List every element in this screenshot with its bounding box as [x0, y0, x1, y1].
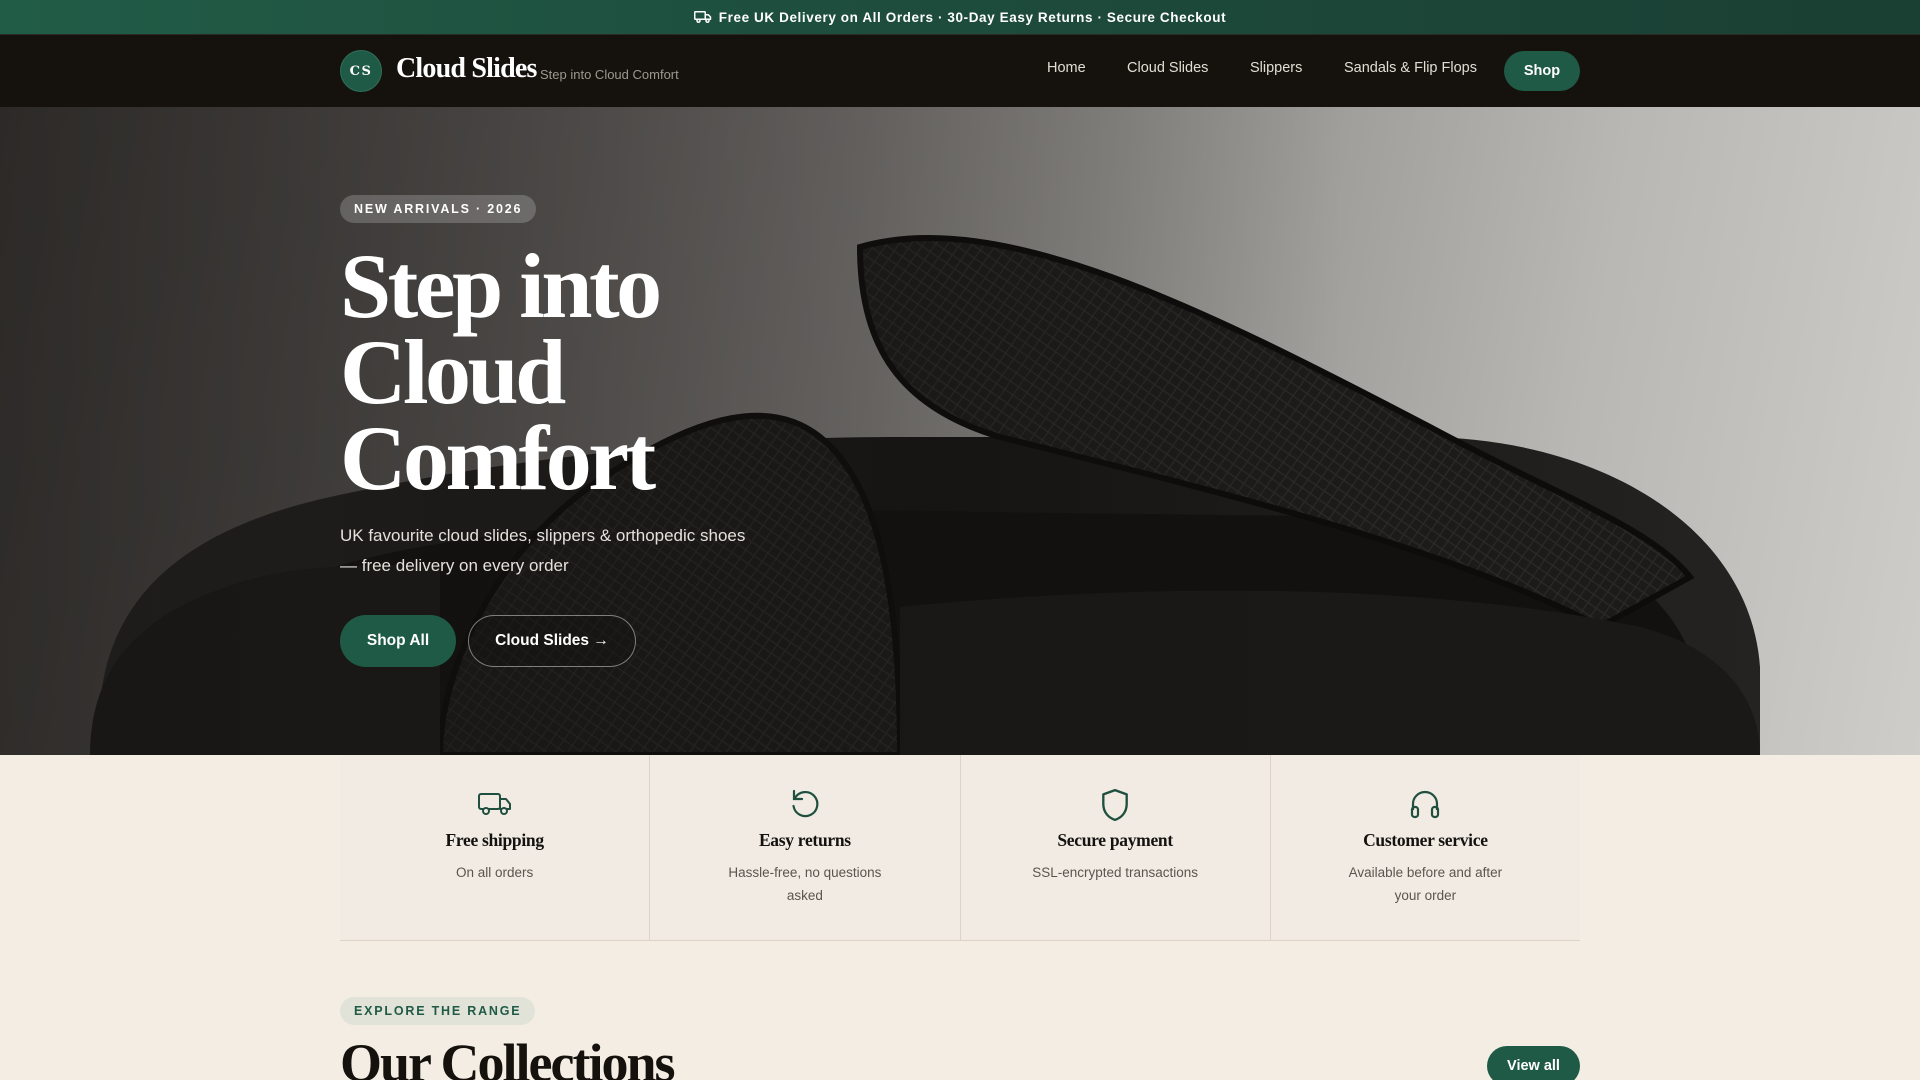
section-title: Our Collections	[340, 1033, 675, 1080]
features-strip: Free shipping On all orders Easy returns…	[340, 755, 1580, 941]
feature-desc: Hassle-free, no questions asked	[728, 865, 882, 903]
shop-all-button[interactable]: Shop All	[340, 615, 456, 667]
shop-button[interactable]: Shop	[1504, 51, 1580, 91]
brand-name[interactable]: Cloud Slides	[396, 53, 537, 85]
feature-desc: Available before and after your order	[1348, 865, 1503, 903]
view-all-button[interactable]: View all	[1487, 1046, 1580, 1080]
nav-sandals-flip-flops[interactable]: Sandals & Flip Flops	[1344, 60, 1477, 76]
hero-title: Step into Cloud Comfort	[340, 235, 860, 509]
feature-secure-payment: Secure payment SSL-encrypted transaction…	[960, 755, 1271, 940]
hero-subtitle: UK favourite cloud slides, slippers & or…	[340, 526, 746, 575]
new-arrivals-badge: NEW ARRIVALS · 2026	[340, 195, 537, 223]
truck-icon	[340, 788, 649, 822]
nav-slippers[interactable]: Slippers	[1250, 60, 1302, 76]
hero-section: NEW ARRIVALS · 2026 Step into Cloud Comf…	[0, 107, 1920, 755]
hero-title-line: Comfort	[340, 407, 656, 509]
site-header: CS Cloud Slides Step into Cloud Comfort …	[0, 34, 1920, 107]
hero-overlay	[0, 107, 1920, 755]
feature-customer-service: Customer service Available before and af…	[1270, 755, 1580, 940]
feature-title: Secure payment	[1057, 830, 1173, 850]
cloud-slides-button[interactable]: Cloud Slides →	[468, 615, 636, 667]
feature-title: Customer service	[1363, 830, 1488, 850]
feature-free-shipping: Free shipping On all orders	[340, 755, 651, 940]
feature-desc: SSL-encrypted transactions	[1032, 865, 1199, 880]
logo-badge[interactable]: CS	[340, 50, 382, 92]
hero-title-line: Step into	[340, 235, 662, 337]
truck-icon	[693, 10, 712, 24]
headphones-icon	[1271, 788, 1580, 822]
brand-tagline: Step into Cloud Comfort	[540, 67, 679, 82]
feature-title: Easy returns	[758, 830, 851, 850]
section-eyebrow: EXPLORE THE RANGE	[340, 997, 536, 1025]
shield-icon	[961, 788, 1270, 822]
feature-desc: On all orders	[455, 865, 534, 880]
feature-title: Free shipping	[445, 830, 544, 850]
refresh-icon	[650, 788, 959, 822]
nav-home[interactable]: Home	[1047, 60, 1086, 76]
hero-title-line: Cloud	[340, 321, 566, 423]
nav-cloud-slides[interactable]: Cloud Slides	[1127, 60, 1208, 76]
announcement-text: Free UK Delivery on All Orders · 30-Day …	[718, 9, 1227, 25]
announcement-bar: Free UK Delivery on All Orders · 30-Day …	[0, 0, 1920, 34]
feature-easy-returns: Easy returns Hassle-free, no questions a…	[650, 755, 961, 940]
